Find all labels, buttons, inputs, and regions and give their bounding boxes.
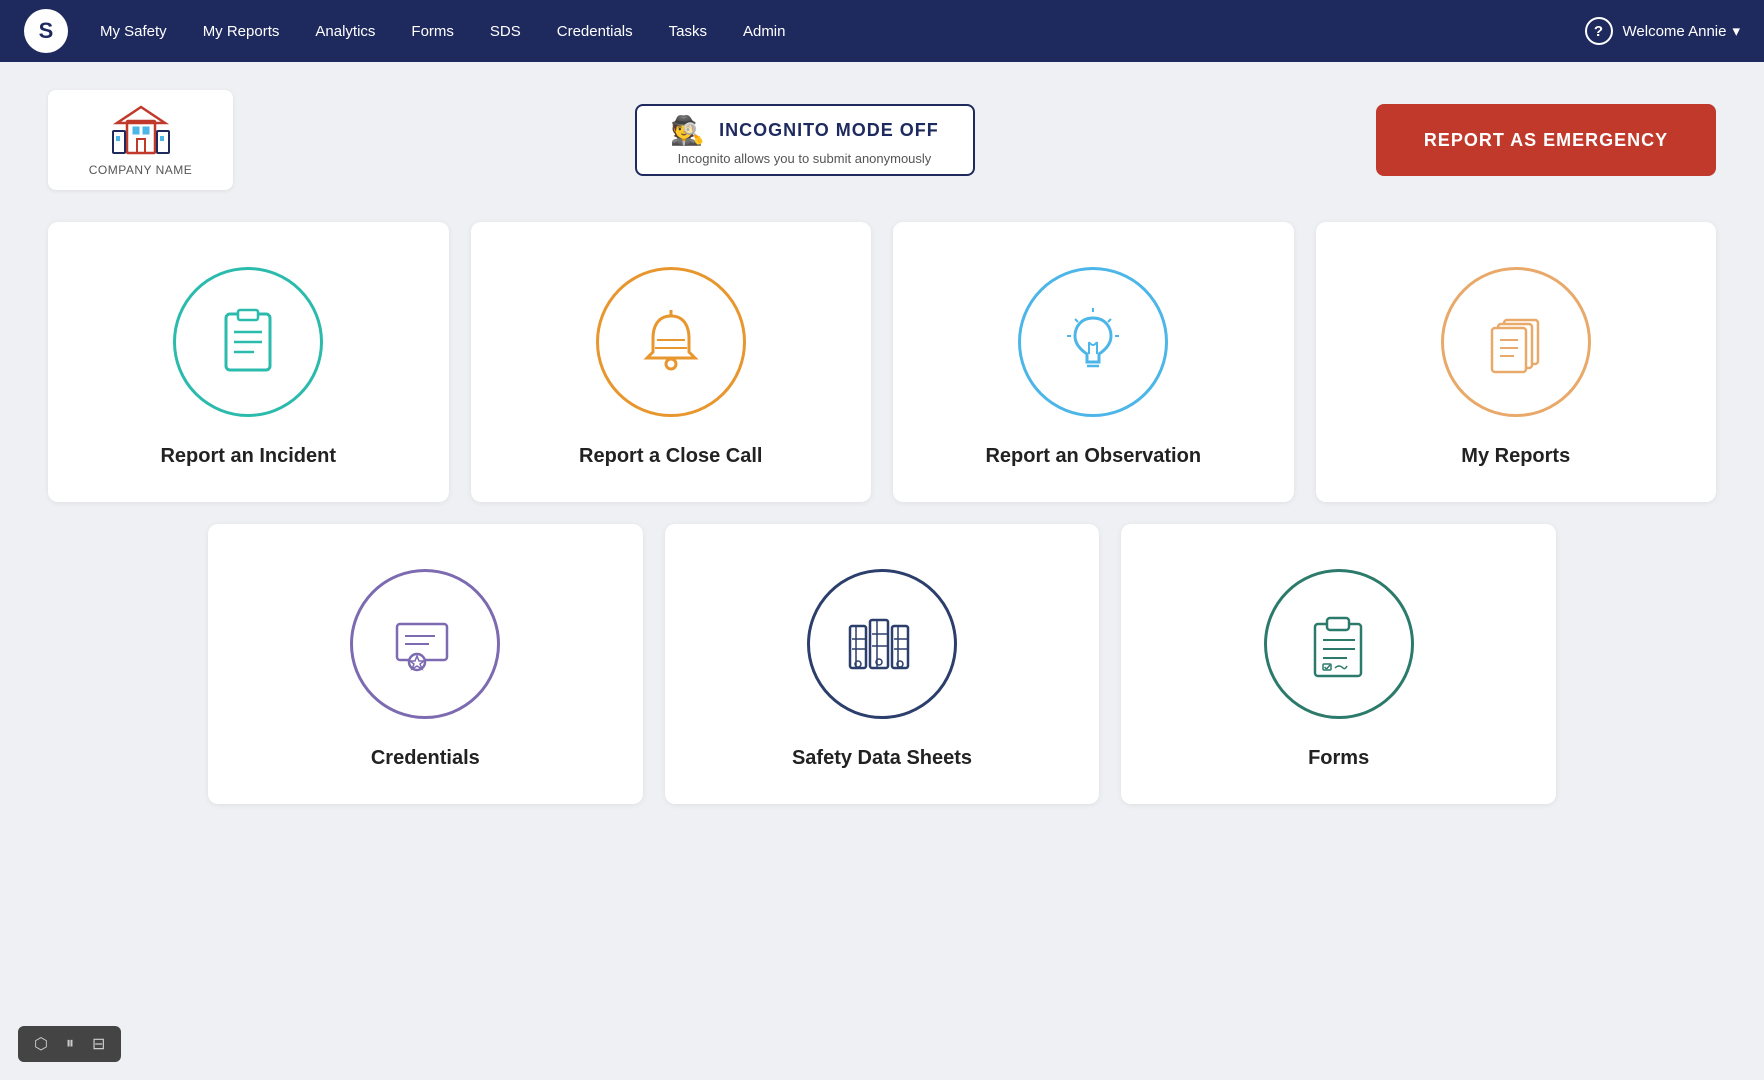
- card-label-incident: Report an Incident: [160, 445, 336, 468]
- card-forms[interactable]: Forms: [1121, 524, 1556, 804]
- nav-item-my-safety[interactable]: My Safety: [86, 15, 181, 48]
- observation-icon: [1053, 302, 1133, 382]
- navbar-logo[interactable]: S: [24, 9, 68, 53]
- navbar-right: ? Welcome Annie ▾: [1585, 17, 1740, 45]
- bottom-bar-btn2[interactable]: ⏸: [58, 1031, 82, 1057]
- sds-icon: [842, 604, 922, 684]
- company-name-label: COMPANY NAME: [89, 163, 193, 177]
- my-reports-icon: [1476, 302, 1556, 382]
- navbar-items: My Safety My Reports Analytics Forms SDS…: [86, 15, 1585, 48]
- nav-item-tasks[interactable]: Tasks: [655, 15, 721, 48]
- card-label-credentials: Credentials: [371, 747, 480, 770]
- chevron-down-icon: ▾: [1732, 22, 1740, 40]
- card-label-sds: Safety Data Sheets: [792, 747, 972, 770]
- company-logo-box: COMPANY NAME: [48, 90, 233, 190]
- cards-row-bottom: Credentials: [208, 524, 1556, 804]
- card-credentials[interactable]: Credentials: [208, 524, 643, 804]
- incident-icon: [208, 302, 288, 382]
- card-safety-data-sheets[interactable]: Safety Data Sheets: [665, 524, 1100, 804]
- nav-item-admin[interactable]: Admin: [729, 15, 800, 48]
- card-circle-incident: [173, 267, 323, 417]
- card-circle-close-call: [596, 267, 746, 417]
- card-circle-sds: [807, 569, 957, 719]
- nav-item-forms[interactable]: Forms: [397, 15, 468, 48]
- incognito-sub: Incognito allows you to submit anonymous…: [678, 151, 932, 166]
- bottom-bar-btn3[interactable]: ⊟: [84, 1030, 113, 1058]
- card-circle-observation: [1018, 267, 1168, 417]
- incognito-top: 🕵️ INCOGNITO MODE OFF: [670, 114, 939, 147]
- main-content: COMPANY NAME 🕵️ INCOGNITO MODE OFF Incog…: [0, 62, 1764, 832]
- company-logo-icon: [111, 103, 171, 159]
- card-label-close-call: Report a Close Call: [579, 445, 762, 468]
- card-circle-forms: [1264, 569, 1414, 719]
- card-report-close-call[interactable]: Report a Close Call: [471, 222, 872, 502]
- forms-icon: [1299, 604, 1379, 684]
- cards-row-top: Report an Incident Report a Close Call: [48, 222, 1716, 502]
- card-label-observation: Report an Observation: [985, 445, 1201, 468]
- incognito-icon: 🕵️: [670, 114, 705, 147]
- card-circle-credentials: [350, 569, 500, 719]
- card-report-incident[interactable]: Report an Incident: [48, 222, 449, 502]
- bottom-bar-btn1[interactable]: ⬡: [26, 1030, 56, 1058]
- card-my-reports[interactable]: My Reports: [1316, 222, 1717, 502]
- card-label-my-reports: My Reports: [1461, 445, 1570, 468]
- emergency-label: REPORT AS EMERGENCY: [1424, 130, 1668, 150]
- incognito-button[interactable]: 🕵️ INCOGNITO MODE OFF Incognito allows y…: [635, 104, 975, 176]
- credentials-icon: [385, 604, 465, 684]
- user-menu[interactable]: Welcome Annie ▾: [1623, 22, 1740, 40]
- incognito-label: INCOGNITO MODE OFF: [719, 120, 939, 141]
- emergency-button[interactable]: REPORT AS EMERGENCY: [1376, 104, 1716, 176]
- card-report-observation[interactable]: Report an Observation: [893, 222, 1294, 502]
- nav-item-analytics[interactable]: Analytics: [301, 15, 389, 48]
- bottom-toolbar: ⬡ ⏸ ⊟: [18, 1026, 121, 1062]
- logo-letter: S: [39, 18, 54, 44]
- nav-item-my-reports[interactable]: My Reports: [189, 15, 294, 48]
- nav-item-credentials[interactable]: Credentials: [543, 15, 647, 48]
- help-icon[interactable]: ?: [1585, 17, 1613, 45]
- navbar: S My Safety My Reports Analytics Forms S…: [0, 0, 1764, 62]
- card-circle-my-reports: [1441, 267, 1591, 417]
- close-call-icon: [631, 302, 711, 382]
- top-row: COMPANY NAME 🕵️ INCOGNITO MODE OFF Incog…: [48, 90, 1716, 190]
- card-label-forms: Forms: [1308, 747, 1369, 770]
- welcome-text: Welcome Annie: [1623, 23, 1727, 40]
- nav-item-sds[interactable]: SDS: [476, 15, 535, 48]
